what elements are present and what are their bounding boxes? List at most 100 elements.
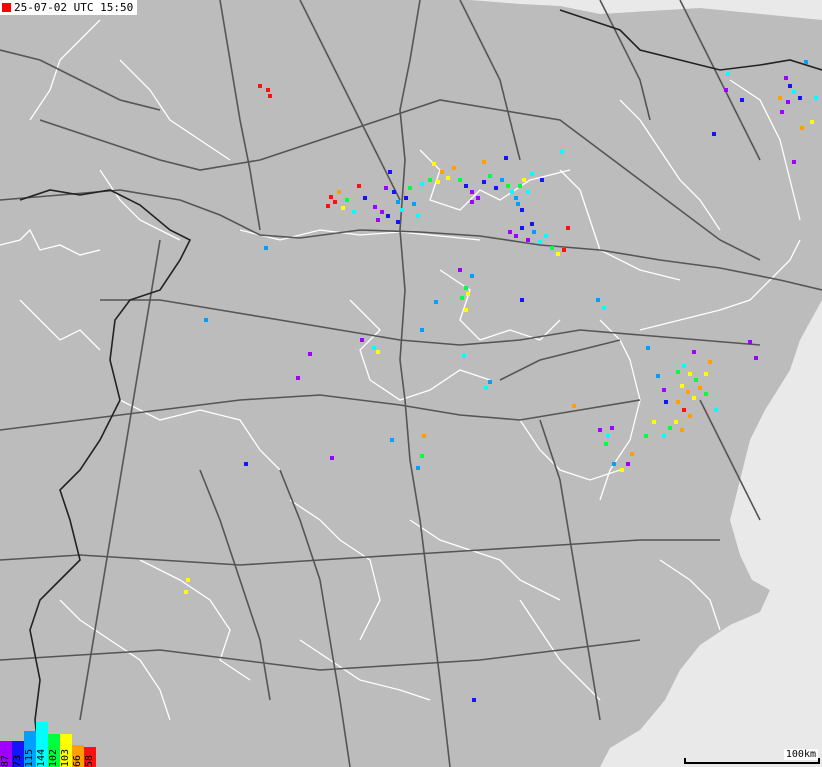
legend-count-8: 58 [84,754,95,767]
strike-marker [540,178,544,182]
strike-marker [530,172,534,176]
strike-marker [464,184,468,188]
strike-marker [704,372,708,376]
strike-count-legend: 87 73 115 144 102 103 66 58 [0,722,96,767]
legend-count-6: 103 [60,748,71,767]
strike-marker [420,328,424,332]
strike-marker [266,88,270,92]
strike-marker [596,298,600,302]
strike-marker [384,186,388,190]
legend-bar-5: 102 [48,734,60,767]
strike-marker [436,180,440,184]
strike-marker [800,126,804,130]
strike-marker [484,386,488,390]
strike-marker [810,120,814,124]
strike-marker [644,434,648,438]
strike-marker [268,94,272,98]
strike-marker [352,210,356,214]
legend-count-3: 115 [24,748,35,767]
strike-marker [400,208,404,212]
scale-bar: 100km [684,749,820,767]
strike-marker [516,202,520,206]
strike-marker [464,286,468,290]
strike-marker [686,390,690,394]
strike-marker [333,200,337,204]
strike-marker [341,206,345,210]
strike-marker [682,364,686,368]
legend-bar-8: 58 [84,747,96,767]
strike-marker [748,340,752,344]
strike-marker [458,178,462,182]
strike-marker [472,698,476,702]
strike-marker [798,96,802,100]
strike-marker [518,184,522,188]
strike-marker [566,226,570,230]
timestamp-text: 25-07-02 UTC 15:50 [14,1,134,14]
strike-marker [664,400,668,404]
strike-marker [408,186,412,190]
strike-marker [434,300,438,304]
strike-marker [380,210,384,214]
scale-label: 100km [783,749,818,760]
legend-bar-2: 73 [12,741,24,767]
strike-marker [792,90,796,94]
legend-bar-6: 103 [60,734,72,767]
strike-marker [470,190,474,194]
strike-marker [508,230,512,234]
strike-marker [373,205,377,209]
strike-marker [337,190,341,194]
strike-marker [662,434,666,438]
strike-marker-icon [2,3,11,12]
strike-marker [694,378,698,382]
strike-marker [388,170,392,174]
strike-marker [504,156,508,160]
strike-marker [692,396,696,400]
strike-marker [357,184,361,188]
scale-line [684,762,820,764]
legend-bar-1: 87 [0,741,12,767]
strike-marker [788,84,792,88]
strike-marker [714,408,718,412]
strike-marker [376,350,380,354]
strike-marker [754,356,758,360]
strike-marker [556,252,560,256]
strike-marker [606,434,610,438]
strike-marker [514,196,518,200]
strike-marker [680,384,684,388]
legend-count-5: 102 [48,748,59,767]
strike-marker [416,466,420,470]
strike-marker [662,388,666,392]
strike-marker [530,222,534,226]
strike-marker [446,176,450,180]
strike-marker [520,298,524,302]
strike-marker [814,96,818,100]
strike-marker [258,84,262,88]
strike-marker [680,428,684,432]
strike-marker [460,296,464,300]
strike-marker [688,414,692,418]
strike-marker [462,354,466,358]
strike-marker [544,234,548,238]
strike-marker [532,230,536,234]
strike-marker [432,162,436,166]
strike-marker [602,306,606,310]
strike-marker [412,202,416,206]
strike-marker [482,180,486,184]
strike-marker [264,246,268,250]
strike-marker [526,190,530,194]
legend-count-4: 144 [36,748,47,767]
strike-marker [550,246,554,250]
strike-marker [420,182,424,186]
strike-marker [572,404,576,408]
strike-marker [514,234,518,238]
strike-marker [184,590,188,594]
strike-marker [204,318,208,322]
map-canvas [0,0,822,767]
scale-tick-left [684,758,686,764]
strike-marker [520,226,524,230]
strike-marker [682,408,686,412]
strike-marker [724,88,728,92]
strike-marker [440,170,444,174]
strike-marker [345,198,349,202]
strike-marker [308,352,312,356]
